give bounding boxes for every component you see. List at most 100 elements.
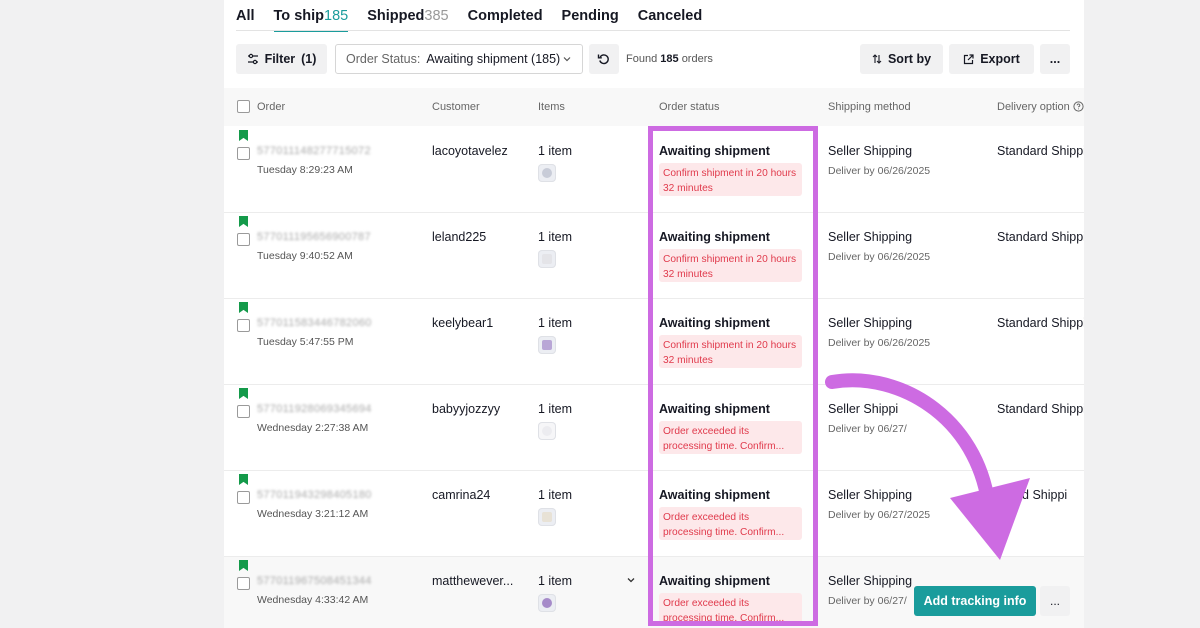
row-more-button[interactable]: ...	[1040, 586, 1070, 616]
order-time: Tuesday 8:29:23 AM	[257, 164, 353, 176]
column-order-status: Order status	[659, 101, 720, 113]
table-row[interactable]: 577011195656900787 Tuesday 9:40:52 AM le…	[224, 213, 1084, 299]
row-checkbox[interactable]	[237, 147, 250, 160]
item-count: 1 item	[538, 316, 573, 330]
table-row[interactable]: 577011943298405180 Wednesday 3:21:12 AM …	[224, 471, 1084, 557]
filter-label: Filter	[264, 52, 296, 66]
deliver-by: Deliver by 06/27/	[828, 595, 907, 607]
item-count: 1 item	[538, 230, 573, 244]
order-time: Tuesday 9:40:52 AM	[257, 250, 353, 262]
status-alert: Order exceeded its processing time. Conf…	[659, 421, 802, 454]
item-count: 1 item	[538, 144, 573, 158]
filter-icon	[247, 53, 258, 65]
order-status: Awaiting shipment	[659, 488, 770, 502]
order-status: Awaiting shipment	[659, 316, 770, 330]
shipping-method: Seller Shipping	[828, 574, 913, 588]
product-thumbnail[interactable]	[538, 422, 556, 440]
row-checkbox[interactable]	[237, 491, 250, 504]
help-icon[interactable]	[1073, 101, 1084, 112]
deliver-by: Deliver by 06/27/	[828, 423, 907, 435]
delivery-option: Standard Shippi	[997, 230, 1084, 244]
table-header: Order Customer Items Order status Shippi…	[224, 88, 1084, 126]
status-alert: Order exceeded its processing time. Conf…	[659, 593, 802, 626]
delivery-option: Standard Shippi	[997, 144, 1084, 158]
tab-all[interactable]: All	[236, 6, 255, 32]
sort-button[interactable]: Sort by	[860, 44, 943, 74]
product-thumbnail[interactable]	[538, 594, 556, 612]
tab-completed[interactable]: Completed	[468, 6, 543, 32]
column-order: Order	[257, 101, 286, 113]
item-count: 1 item	[538, 402, 573, 416]
refresh-icon	[597, 54, 609, 65]
customer-name: lacoyotavelez	[432, 144, 508, 158]
row-checkbox[interactable]	[237, 405, 250, 418]
order-id[interactable]: 577011583446782060	[257, 317, 372, 329]
delivery-option: Standard Shippi	[997, 316, 1084, 330]
order-status: Awaiting shipment	[659, 144, 770, 158]
export-button[interactable]: Export	[949, 44, 1034, 74]
filter-count: (1)	[301, 52, 317, 66]
bookmark-flag-icon	[239, 560, 248, 571]
add-tracking-info-button[interactable]: Add tracking info	[914, 586, 1036, 616]
deliver-by: Deliver by 06/26/2025	[828, 165, 931, 177]
product-thumbnail[interactable]	[538, 508, 556, 526]
order-id[interactable]: 577011195656900787	[257, 231, 371, 243]
table-row[interactable]: 577011583446782060 Tuesday 5:47:55 PM ke…	[224, 299, 1084, 385]
order-id[interactable]: 577011943298405180	[257, 489, 372, 501]
deliver-by: Deliver by 06/26/2025	[828, 251, 931, 263]
order-time: Tuesday 5:47:55 PM	[257, 336, 354, 348]
more-options-button[interactable]: ...	[1040, 44, 1070, 74]
customer-name: camrina24	[432, 488, 491, 502]
item-count: 1 item	[538, 574, 573, 588]
customer-name: babyyjozzyy	[432, 402, 501, 416]
status-alert: Order exceeded its processing time. Conf…	[659, 507, 802, 540]
order-status: Awaiting shipment	[659, 230, 770, 244]
order-status: Awaiting shipment	[659, 402, 770, 416]
shipping-method: Seller Shipping	[828, 488, 913, 502]
order-status-label: Order Status:	[346, 52, 421, 66]
tab-shipped[interactable]: Shipped385	[367, 6, 448, 32]
order-status-select[interactable]: Order Status: Awaiting shipment (185)	[335, 44, 583, 74]
product-thumbnail[interactable]	[538, 250, 556, 268]
tab-canceled[interactable]: Canceled	[638, 6, 702, 32]
tab-pending[interactable]: Pending	[562, 6, 619, 32]
more-icon: ...	[1049, 52, 1061, 66]
table-row[interactable]: 577011967508451344 Wednesday 4:33:42 AM …	[224, 557, 1084, 628]
table-row[interactable]: 577011148277715072 Tuesday 8:29:23 AM la…	[224, 127, 1084, 213]
sort-icon	[872, 54, 882, 64]
bookmark-flag-icon	[239, 474, 248, 485]
status-alert: Confirm shipment in 20 hours 32 minutes	[659, 249, 802, 282]
order-time: Wednesday 4:33:42 AM	[257, 594, 369, 606]
orders-page: All To ship185 Shipped385 Completed Pend…	[224, 0, 1084, 628]
row-checkbox[interactable]	[237, 577, 250, 590]
status-alert: Confirm shipment in 20 hours 32 minutes	[659, 163, 802, 196]
tabs-divider	[236, 30, 1070, 31]
order-id[interactable]: 577011148277715072	[257, 145, 371, 157]
bookmark-flag-icon	[239, 388, 248, 399]
bookmark-flag-icon	[239, 216, 248, 227]
status-alert: Confirm shipment in 20 hours 32 minutes	[659, 335, 802, 368]
order-status: Awaiting shipment	[659, 574, 770, 588]
order-status-value: Awaiting shipment (185)	[426, 52, 561, 66]
table-row[interactable]: 577011928069345694 Wednesday 2:27:38 AM …	[224, 385, 1084, 471]
order-id[interactable]: 577011928069345694	[257, 403, 372, 415]
row-checkbox[interactable]	[237, 233, 250, 246]
shipping-method: Seller Shippi	[828, 402, 899, 416]
customer-name: keelybear1	[432, 316, 494, 330]
filter-button[interactable]: Filter (1)	[236, 44, 327, 74]
column-delivery-option: Delivery option	[997, 101, 1084, 113]
row-checkbox[interactable]	[237, 319, 250, 332]
deliver-by: Deliver by 06/26/2025	[828, 337, 931, 349]
select-all-checkbox[interactable]	[237, 100, 250, 113]
column-items: Items	[538, 101, 565, 113]
product-thumbnail[interactable]	[538, 336, 556, 354]
order-id[interactable]: 577011967508451344	[257, 575, 372, 587]
shipping-method: Seller Shipping	[828, 230, 913, 244]
column-customer: Customer	[432, 101, 480, 113]
tab-to-ship[interactable]: To ship185	[273, 6, 349, 32]
bookmark-flag-icon	[239, 130, 248, 141]
product-thumbnail[interactable]	[538, 164, 556, 182]
expand-chevron-icon[interactable]	[626, 574, 636, 588]
column-shipping-method: Shipping method	[828, 101, 911, 113]
refresh-button[interactable]	[589, 44, 619, 74]
